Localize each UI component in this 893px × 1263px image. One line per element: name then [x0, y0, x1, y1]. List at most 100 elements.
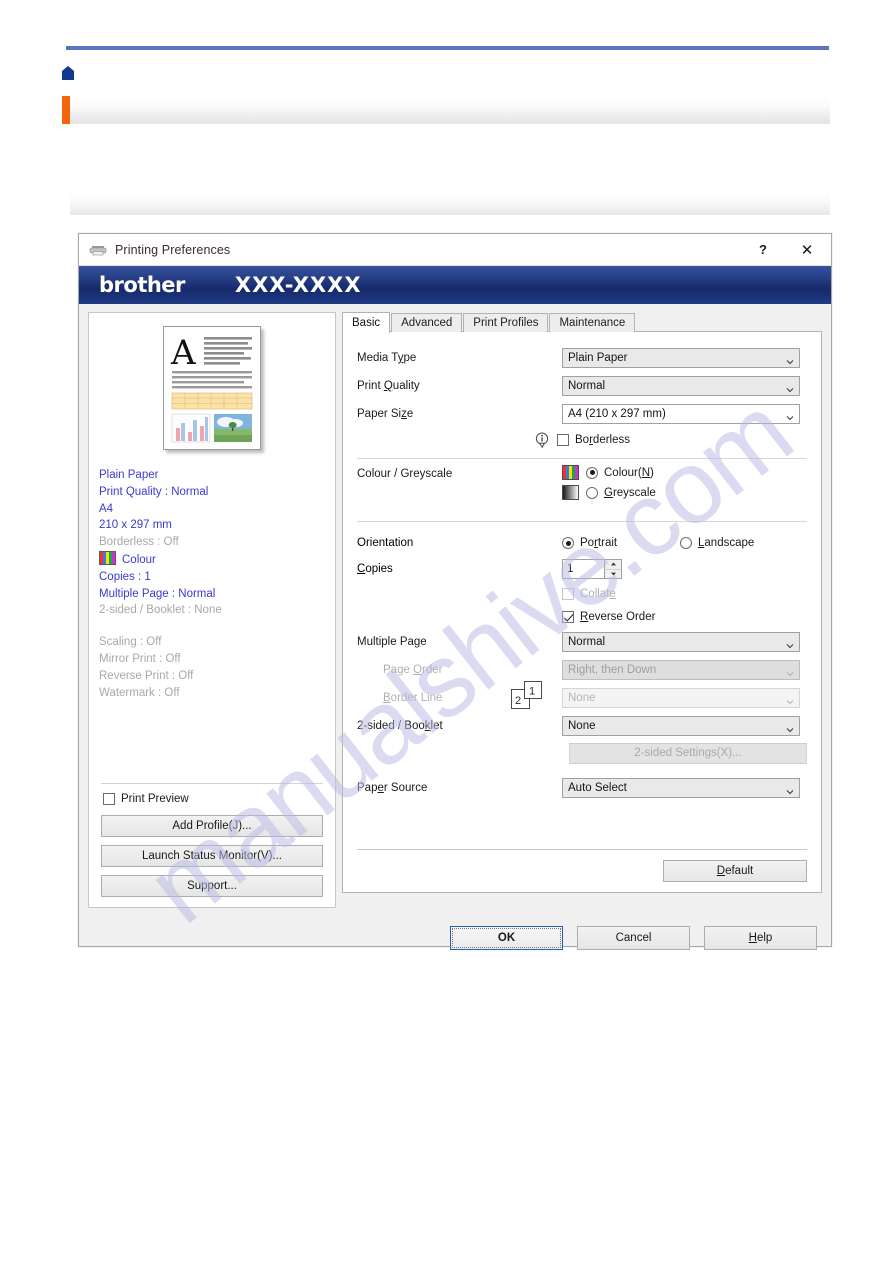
- multiple-page-select[interactable]: Normal: [562, 632, 800, 652]
- page-order-label: Page Order: [383, 664, 443, 676]
- borderless-row: Borderless: [357, 428, 807, 452]
- paper-size-label: Paper Size: [357, 408, 414, 420]
- paper-size-row: Paper Size A4 (210 x 297 mm): [357, 400, 807, 428]
- tab-advanced[interactable]: Advanced: [391, 313, 463, 332]
- dialog-body: A Plain Paper Print Quality: Normal A4 …: [79, 304, 831, 908]
- help-icon[interactable]: ?: [741, 234, 785, 265]
- dialog-footer: OK Cancel Help: [79, 908, 831, 968]
- page-order-select: Right, then Down: [562, 660, 800, 680]
- paper-source-select[interactable]: Auto Select: [562, 778, 800, 798]
- cancel-button[interactable]: Cancel: [577, 926, 690, 950]
- svg-text:A: A: [170, 333, 196, 373]
- info-icon[interactable]: [535, 432, 549, 449]
- preview-thumbnail: A: [163, 326, 261, 450]
- landscape-radio[interactable]: [680, 537, 692, 549]
- orientation-row: Orientation Portrait Landscape: [357, 530, 807, 556]
- summary-line: Print Quality : Normal: [99, 485, 209, 498]
- portrait-option[interactable]: Portrait: [562, 537, 680, 549]
- colour-swatch-icon: [562, 465, 579, 480]
- printer-icon: [89, 243, 107, 256]
- landscape-option[interactable]: Landscape: [680, 537, 754, 549]
- paper-size-select[interactable]: A4 (210 x 297 mm): [562, 404, 800, 424]
- paper-source-row: Paper Source Auto Select: [357, 774, 807, 802]
- summary-line: Mirror Print : Off: [99, 652, 181, 665]
- borderless-checkbox[interactable]: [557, 434, 569, 446]
- print-quality-row: Print Quality Normal: [357, 372, 807, 400]
- borderless-label: Borderless: [575, 434, 630, 446]
- secondary-gradient-bar: [70, 190, 830, 215]
- page-order-preview-icon: 2 1: [511, 681, 545, 711]
- colour-swatch-icon: [99, 550, 116, 565]
- printing-preferences-dialog: Printing Preferences ? ✕ brother XXX-XXX…: [78, 233, 832, 950]
- svg-text:1: 1: [529, 686, 535, 698]
- print-quality-control[interactable]: Normal: [562, 376, 800, 396]
- media-type-control[interactable]: Plain Paper: [562, 348, 800, 368]
- divider: [357, 521, 807, 522]
- collate-row: Collate: [357, 582, 807, 605]
- copies-label: Copies: [357, 563, 393, 575]
- add-profile-button[interactable]: Add Profile(J)...: [101, 815, 323, 837]
- pane-footer: Default: [357, 849, 807, 882]
- copies-stepper[interactable]: 1: [562, 559, 622, 579]
- portrait-label: Portrait: [580, 537, 618, 549]
- svg-text:2: 2: [515, 695, 521, 707]
- portrait-radio[interactable]: [562, 537, 574, 549]
- greyscale-label: Greyscale: [604, 486, 656, 499]
- multiple-page-control[interactable]: Normal: [562, 632, 800, 652]
- two-sided-booklet-label: 2-sided / Booklet: [357, 720, 443, 732]
- print-quality-select[interactable]: Normal: [562, 376, 800, 396]
- settings-summary: Plain Paper Print Quality : Normal A4 21…: [89, 463, 335, 701]
- summary-line: Reverse Print : Off: [99, 669, 194, 682]
- greyscale-option[interactable]: Greyscale: [562, 485, 656, 500]
- summary-line: A4: [99, 502, 114, 515]
- copies-spinner-arrows: [604, 560, 621, 578]
- launch-status-monitor-button[interactable]: Launch Status Monitor(V)...: [101, 845, 323, 867]
- page-order-row: Page Order Right, then Down: [357, 656, 807, 684]
- two-sided-settings-button: 2-sided Settings(X)...: [569, 742, 807, 764]
- reverse-order-label: Reverse Order: [580, 610, 656, 623]
- tab-basic[interactable]: Basic: [342, 312, 391, 333]
- close-icon[interactable]: ✕: [785, 234, 829, 265]
- divider: [357, 849, 807, 850]
- two-sided-booklet-control[interactable]: None: [562, 716, 800, 736]
- media-type-row: Media Type Plain Paper: [357, 344, 807, 372]
- help-button[interactable]: Help: [704, 926, 817, 950]
- colour-option[interactable]: Colour(N): [562, 465, 656, 480]
- summary-line-colour: Colour: [99, 550, 325, 569]
- paper-size-control[interactable]: A4 (210 x 297 mm): [562, 404, 800, 424]
- colour-radio[interactable]: [586, 466, 598, 479]
- default-button[interactable]: Default: [663, 860, 807, 882]
- copies-row: Copies 1: [357, 556, 807, 582]
- greyscale-radio[interactable]: [586, 486, 598, 499]
- reverse-order-checkbox[interactable]: [562, 610, 574, 623]
- tab-maintenance[interactable]: Maintenance: [549, 313, 636, 332]
- colour-label: Colour(N): [604, 466, 654, 479]
- print-quality-label: Print Quality: [357, 380, 420, 392]
- copies-value: 1: [567, 563, 574, 575]
- paper-source-control[interactable]: Auto Select: [562, 778, 800, 798]
- border-line-row: Border Line None: [357, 684, 807, 712]
- printer-model: XXX-XXXX: [234, 273, 362, 297]
- brother-logo: brother: [99, 273, 185, 297]
- print-preview-checkbox[interactable]: Print Preview: [103, 793, 323, 805]
- two-sided-booklet-select[interactable]: None: [562, 716, 800, 736]
- support-button[interactable]: Support...: [101, 875, 323, 897]
- media-type-select[interactable]: Plain Paper: [562, 348, 800, 368]
- copies-decrement-button[interactable]: [604, 569, 621, 578]
- summary-line: Multiple Page : Normal: [99, 587, 216, 600]
- summary-spacer: [99, 619, 325, 634]
- header-gradient-bar: [70, 96, 830, 124]
- tab-print-profiles[interactable]: Print Profiles: [463, 313, 549, 332]
- multiple-page-label: Multiple Page: [357, 636, 427, 648]
- ok-button[interactable]: OK: [450, 926, 563, 950]
- border-line-select: None: [562, 688, 800, 708]
- two-sided-settings-row: 2-sided Settings(X)...: [357, 740, 807, 766]
- basic-tab-pane: Media Type Plain Paper Print Quality Nor…: [342, 331, 822, 893]
- copies-increment-button[interactable]: [604, 560, 621, 570]
- summary-line: Scaling : Off: [99, 636, 162, 649]
- two-sided-booklet-row: 2-sided / Booklet None: [357, 712, 807, 740]
- summary-line: 210 x 297 mm: [99, 519, 172, 532]
- print-preview-label: Print Preview: [121, 793, 189, 805]
- collate-checkbox[interactable]: [562, 587, 574, 600]
- colour-greyscale-options: Colour(N) Greyscale: [562, 465, 656, 500]
